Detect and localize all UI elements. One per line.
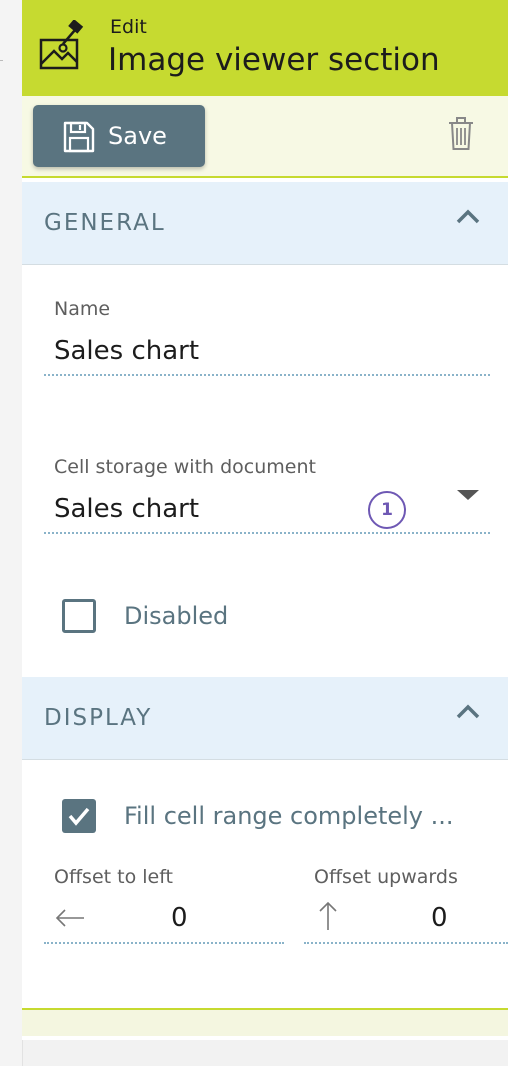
save-button[interactable]: Save [33,105,205,167]
arrow-left-icon [55,909,84,927]
offset-up-input[interactable]: 0 [431,903,448,933]
step-badge: 1 [368,491,406,529]
panel-header: Edit Image viewer section [22,0,508,96]
offset-left-underline [44,942,284,944]
trash-icon[interactable] [447,116,475,152]
name-label: Name [54,298,111,320]
floppy-disk-icon [63,121,95,153]
offset-left-input[interactable]: 0 [171,903,188,933]
edge-marker [0,60,3,61]
cell-storage-label: Cell storage with document [54,456,316,478]
checkmark-icon [68,807,90,826]
fill-cell-range-checkbox[interactable] [62,799,96,833]
chevron-up-icon[interactable] [455,703,481,721]
save-button-label: Save [108,122,167,150]
general-section-title: GENERAL [44,210,166,236]
header-subtitle: Edit [110,16,147,38]
general-section-header[interactable]: GENERAL [22,182,508,265]
image-pin-icon [39,20,84,70]
offset-up-underline [304,942,508,944]
edit-panel: Edit Image viewer section Save GENERAL N… [22,0,508,1040]
offset-left-label: Offset to left [54,866,174,888]
display-section-header[interactable]: DISPLAY [22,677,508,760]
offset-up-label: Offset upwards [314,866,458,888]
chevron-up-icon[interactable] [455,208,481,226]
name-field[interactable]: Sales chart [54,336,199,366]
left-edge-strip [0,0,23,1066]
cell-storage-underline [44,532,490,534]
fill-cell-range-label: Fill cell range completely ... [124,802,454,830]
panel-title: Image viewer section [108,42,440,78]
action-toolbar: Save [22,96,508,178]
name-underline [44,374,490,376]
cell-storage-select[interactable]: Sales chart [54,494,199,524]
next-section-bar [22,1008,508,1036]
arrow-up-icon [319,901,337,930]
caret-down-icon[interactable] [457,490,479,500]
disabled-checkbox[interactable] [62,599,96,633]
disabled-label: Disabled [124,602,229,630]
display-section-title: DISPLAY [44,705,153,731]
